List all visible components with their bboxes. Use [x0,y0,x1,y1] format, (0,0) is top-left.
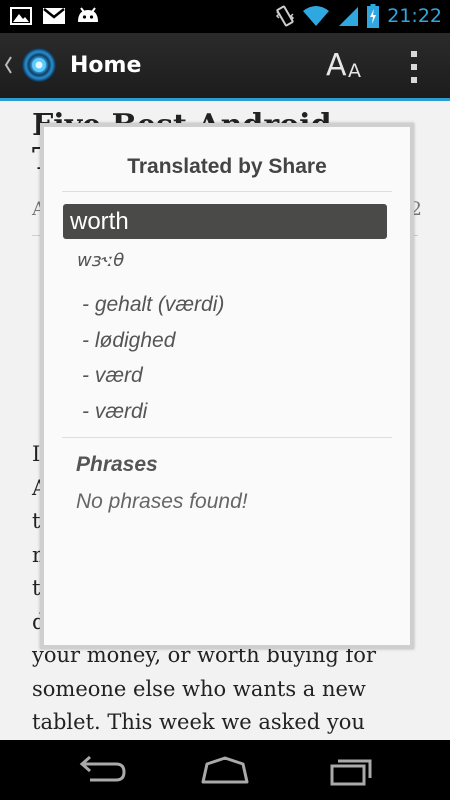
gallery-icon [10,7,32,25]
action-bar: Home A A [0,33,450,101]
translation-dialog: Translated by Share worth wɜ˞ːθ - gehalt… [40,123,414,649]
font-size-icon-large: A [326,48,347,83]
up-caret-icon[interactable] [4,55,12,75]
translated-word: worth [63,204,387,239]
action-bar-title[interactable]: Home [70,51,141,81]
back-icon[interactable] [70,754,130,788]
status-bar: 21:22 [0,0,450,33]
meaning-item: - værdi [82,399,148,423]
dialog-divider [62,437,392,438]
meanings-list: - gehalt (værdi) - lødighed - værd - vær… [82,287,224,429]
meaning-item: - gehalt (værdi) [82,293,225,316]
app-logo-icon[interactable] [21,47,57,83]
dialog-divider [62,191,392,192]
home-icon[interactable] [195,754,255,788]
article-line: tablet. This week we asked you [32,710,365,734]
status-time: 21:22 [387,5,442,27]
overflow-menu-icon[interactable] [402,47,426,87]
gmail-icon [43,8,65,24]
phrases-empty-message: No phrases found! [76,490,248,513]
notification-icons [10,6,100,26]
font-size-icon-small: A [348,60,361,82]
system-icons: 21:22 [275,3,442,29]
meaning-item: - værd [82,364,143,387]
signal-icon [339,7,359,26]
wifi-icon [303,6,330,26]
screen: 21:22 Home A A A 2 d your money, or wort… [0,0,450,800]
dialog-title: Translated by Share [127,155,327,178]
meaning-item: - lødighed [82,328,176,352]
phrases-heading: Phrases [76,453,158,476]
vibrate-icon [276,5,295,27]
phonetic-transcription: wɜ˞ːθ [77,250,125,271]
recent-apps-icon[interactable] [322,754,382,788]
font-size-button[interactable]: A A [323,43,369,89]
article-line: someone else who wants a new [32,676,366,701]
android-icon [78,7,98,22]
battery-charging-icon [367,4,380,28]
navigation-bar [0,740,450,800]
